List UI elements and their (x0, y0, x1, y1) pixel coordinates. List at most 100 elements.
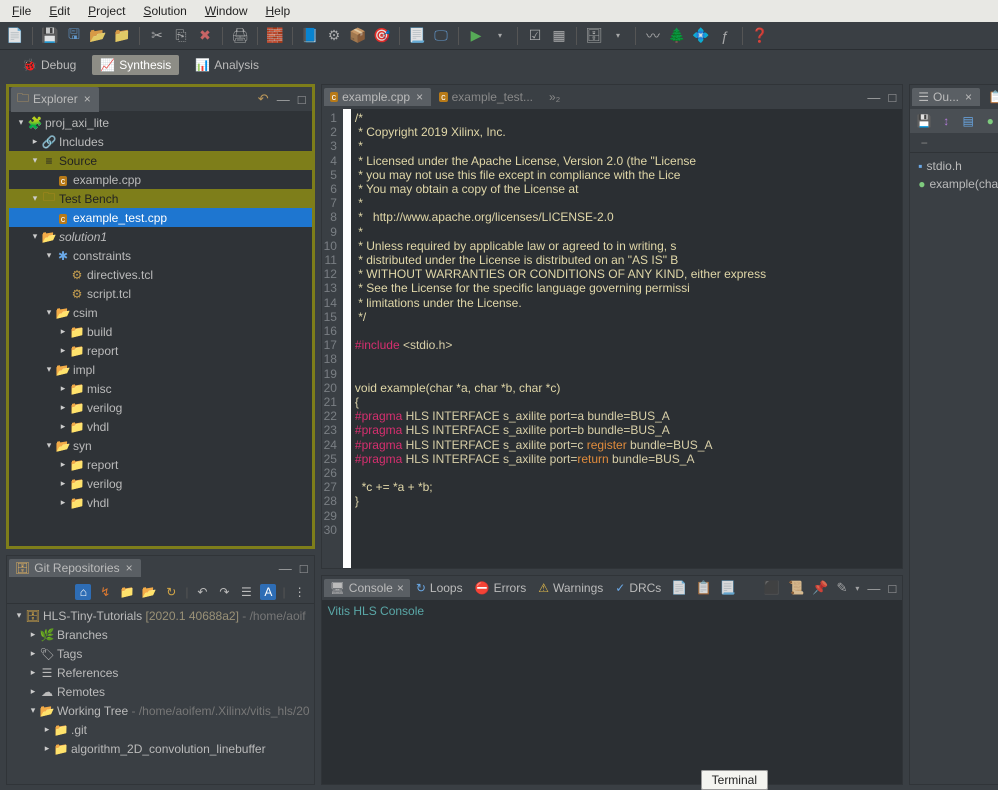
tree-icon[interactable]: 🌲 (668, 27, 686, 45)
home-icon[interactable]: ⌂ (75, 584, 91, 600)
git-tree[interactable]: ▾🗄HLS-Tiny-Tutorials [2020.1 40688a2] - … (7, 604, 314, 784)
git-branches[interactable]: ▸🌿Branches (7, 625, 314, 644)
menu-window[interactable]: Window (197, 2, 256, 20)
minimize-icon[interactable]: ― (275, 560, 296, 577)
sort-icon[interactable]: ↕ (938, 113, 954, 129)
cut-icon[interactable]: ✂ (148, 27, 166, 45)
print-icon[interactable]: 🖨 (231, 27, 249, 45)
arrow-icon[interactable]: ↶ (254, 90, 273, 108)
git-working-tree[interactable]: ▾Working Tree - /home/aoifem/.Xilinx/vit… (7, 701, 314, 720)
outline-tree[interactable]: ▪stdio.h ●example(char*, char*, c (910, 153, 998, 784)
tree-file[interactable]: script.tcl (9, 284, 312, 303)
pin-icon[interactable]: 📌 (808, 579, 832, 597)
a-icon[interactable]: A (260, 584, 276, 600)
menu-icon[interactable]: ⋮ (292, 584, 308, 600)
console-tab[interactable]: 🖥Console× (324, 579, 410, 597)
terminal-button[interactable]: Terminal (701, 770, 768, 790)
menu-edit[interactable]: Edit (41, 2, 78, 20)
close-icon[interactable]: × (963, 90, 974, 104)
tree-folder[interactable]: ▸report (9, 341, 312, 360)
status-bar-item[interactable]: Terminal (701, 773, 768, 787)
gear-icon[interactable]: ⚙ (325, 27, 343, 45)
open2-icon[interactable]: 📁 (113, 27, 131, 45)
tree-constraints[interactable]: ▾✱constraints (9, 246, 312, 265)
delete-icon[interactable]: ✖ (196, 27, 214, 45)
menu-project[interactable]: Project (80, 2, 133, 20)
chip-icon[interactable]: 💠 (692, 27, 710, 45)
check-icon[interactable]: ☑ (526, 27, 544, 45)
explorer-tab[interactable]: 🗀 Explorer × (11, 87, 99, 112)
editor-body[interactable]: 1234567891011121314151617181920212223242… (322, 109, 903, 568)
git-repo-row[interactable]: ▾🗄HLS-Tiny-Tutorials [2020.1 40688a2] - … (7, 606, 314, 625)
copy-icon[interactable]: ⎘ (172, 27, 190, 45)
dd-icon[interactable]: ▾ (851, 583, 863, 594)
new-icon[interactable]: 📄 (6, 27, 24, 45)
warnings-tab[interactable]: ⚠Warnings (532, 579, 609, 597)
outline-item[interactable]: ●example(char*, char*, c (914, 175, 998, 193)
drcs-tab[interactable]: ✓DRCs (609, 579, 667, 597)
maximize-icon[interactable]: □ (884, 580, 900, 597)
page2-icon[interactable]: 📋 (692, 579, 716, 597)
git-refs[interactable]: ▸☰References (7, 663, 314, 682)
save-icon[interactable]: 💾 (916, 113, 932, 129)
git-folder[interactable]: ▸.git (7, 720, 314, 739)
tree-folder[interactable]: ▸report (9, 455, 312, 474)
db-dd-icon[interactable]: ▾ (609, 27, 627, 45)
perspective-analysis[interactable]: 📊 Analysis (187, 55, 267, 75)
tree-folder[interactable]: ▸build (9, 322, 312, 341)
help-icon[interactable]: ❓ (751, 27, 769, 45)
page-icon[interactable]: 📄 (667, 579, 691, 597)
public-icon[interactable]: ● (982, 113, 998, 129)
screen-icon[interactable]: 🖵 (432, 27, 450, 45)
scroll-icon[interactable]: 📜 (784, 579, 808, 597)
menu-help[interactable]: Help (258, 2, 299, 20)
wave-icon[interactable]: 〰 (644, 27, 662, 45)
tree-includes[interactable]: ▸🔗Includes (9, 132, 312, 151)
tree-source[interactable]: ▾≡Source (9, 151, 312, 170)
tree-syn[interactable]: ▾syn (9, 436, 312, 455)
clear-icon[interactable]: ⬛ (760, 579, 784, 597)
folder-icon[interactable]: 📁 (119, 584, 135, 600)
tree-csim[interactable]: ▾csim (9, 303, 312, 322)
git-remotes[interactable]: ▸☁Remotes (7, 682, 314, 701)
editor-tab-inactive[interactable]: c example_test... (433, 88, 539, 106)
more-tabs-indicator[interactable]: »₂ (549, 90, 560, 104)
build-icon[interactable]: 🧱 (266, 27, 284, 45)
tree-folder[interactable]: ▸vhdl (9, 417, 312, 436)
open-icon[interactable]: 📂 (89, 27, 107, 45)
git-tags[interactable]: ▸🏷Tags (7, 644, 314, 663)
tree-file[interactable]: directives.tcl (9, 265, 312, 284)
perspective-synthesis[interactable]: 📈 Synthesis (92, 55, 179, 75)
maximize-icon[interactable]: □ (884, 89, 900, 106)
run-icon[interactable]: ▶ (467, 27, 485, 45)
target-icon[interactable]: 🎯 (373, 27, 391, 45)
minimize-icon[interactable]: ― (273, 91, 294, 108)
outline-tab[interactable]: ☰Ou...× (912, 88, 980, 106)
errors-tab[interactable]: ⛔Errors (469, 579, 533, 597)
fn-icon[interactable]: ƒ (716, 27, 734, 45)
refresh-icon[interactable]: ↻ (163, 584, 179, 600)
close-icon[interactable]: × (82, 92, 93, 106)
tree-folder[interactable]: ▸misc (9, 379, 312, 398)
edit-icon[interactable]: ✎ (832, 579, 851, 597)
tree-folder[interactable]: ▸verilog (9, 474, 312, 493)
close-icon[interactable]: × (397, 581, 404, 595)
menu-file[interactable]: File (4, 2, 39, 20)
db-icon[interactable]: 🗄 (585, 27, 603, 45)
maximize-icon[interactable]: □ (294, 91, 310, 108)
redo-icon[interactable]: ↷ (216, 584, 232, 600)
filter-icon[interactable]: ▤ (960, 113, 976, 129)
proj2-icon[interactable]: 📦 (349, 27, 367, 45)
tree-folder[interactable]: ▸vhdl (9, 493, 312, 512)
list-icon[interactable]: ☰ (238, 584, 254, 600)
proj1-icon[interactable]: 📘 (301, 27, 319, 45)
save-icon[interactable]: 💾 (41, 27, 59, 45)
tree-impl[interactable]: ▾impl (9, 360, 312, 379)
page-icon[interactable]: 📃 (408, 27, 426, 45)
tree-file-selected[interactable]: cexample_test.cpp (9, 208, 312, 227)
link-icon[interactable]: ↯ (97, 584, 113, 600)
folder2-icon[interactable]: 📂 (141, 584, 157, 600)
git-folder[interactable]: ▸algorithm_2D_convolution_linebuffer (7, 739, 314, 758)
close-icon[interactable]: × (414, 90, 425, 104)
minimize-icon[interactable]: ― (863, 89, 884, 106)
